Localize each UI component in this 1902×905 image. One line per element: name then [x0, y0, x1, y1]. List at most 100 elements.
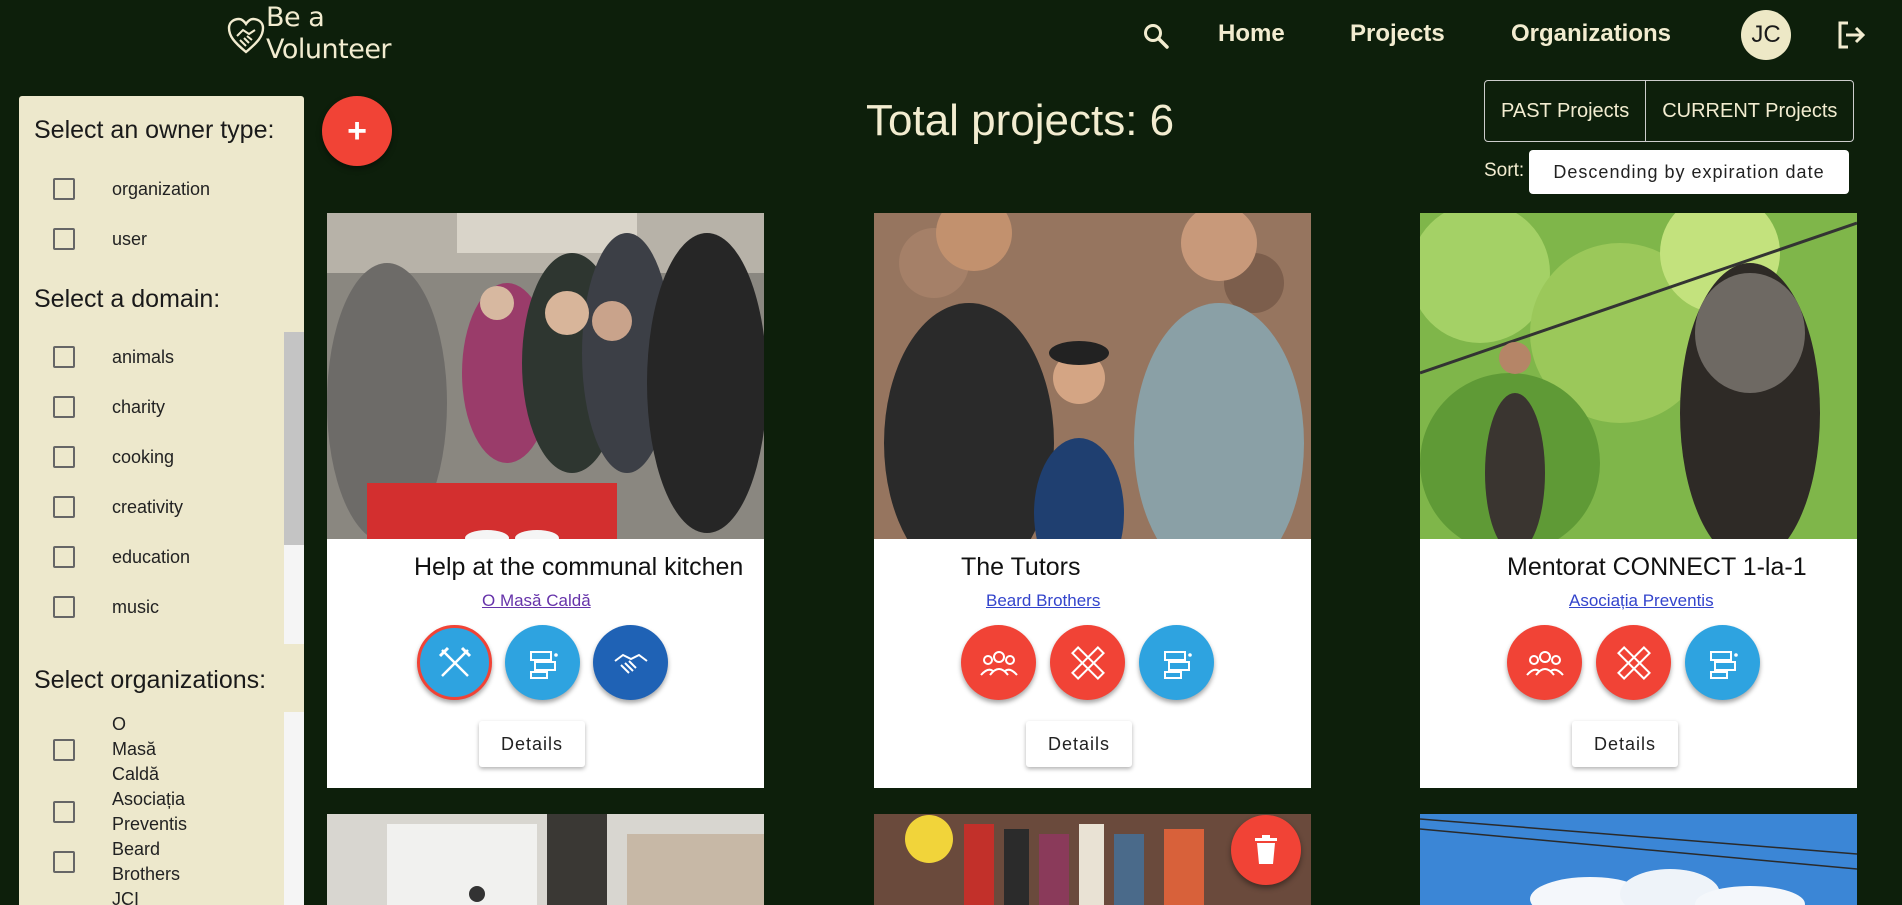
project-card: Mentorat CONNECT 1-la-1 Asociația Preven…	[1420, 213, 1857, 788]
domain-option-music[interactable]: music	[53, 596, 159, 618]
project-card	[1420, 814, 1857, 905]
option-label: O Masă Caldă	[112, 714, 160, 784]
option-label: animals	[112, 346, 175, 367]
education-icon[interactable]	[505, 625, 580, 700]
checkbox[interactable]	[53, 738, 75, 761]
owner-option-user[interactable]: user	[53, 228, 147, 250]
project-organization-link[interactable]: O Masă Caldă	[482, 591, 591, 611]
checkbox[interactable]	[53, 396, 75, 418]
sort-select[interactable]: Descending by expiration date	[1529, 150, 1849, 194]
project-card: The Tutors Beard Brothers Details	[874, 213, 1311, 788]
checkbox[interactable]	[53, 596, 75, 618]
logo-line1: Be a	[266, 2, 325, 33]
project-title: The Tutors	[961, 553, 1081, 581]
option-label: music	[112, 596, 160, 617]
project-image[interactable]	[1420, 814, 1857, 905]
heart-handshake-icon	[227, 17, 265, 54]
creativity-icon[interactable]	[1596, 625, 1671, 700]
project-image[interactable]	[1420, 213, 1857, 539]
plus-icon: +	[347, 112, 367, 150]
option-label: Beard Brothers	[112, 839, 181, 884]
nav-organizations[interactable]: Organizations	[1511, 20, 1671, 48]
project-title: Mentorat CONNECT 1-la-1	[1507, 553, 1807, 581]
option-label: JCI	[112, 889, 139, 905]
project-image[interactable]	[327, 814, 764, 905]
option-label: Asociația Preventis	[112, 789, 188, 834]
project-organization-link[interactable]: Asociația Preventis	[1569, 591, 1714, 611]
option-label: organization	[112, 178, 211, 199]
domain-scrollbar-thumb[interactable]	[284, 332, 304, 545]
org-option[interactable]: Beard Brothers	[53, 837, 180, 887]
project-card	[327, 814, 764, 905]
trash-icon	[1255, 835, 1277, 864]
domain-heading: Select a domain:	[34, 285, 221, 313]
checkbox[interactable]	[53, 496, 75, 518]
pencil-ruler-glyph	[1616, 645, 1651, 680]
handshake-glyph	[613, 653, 648, 674]
charity-icon[interactable]	[593, 625, 668, 700]
option-label: user	[112, 228, 148, 249]
details-button[interactable]: Details	[479, 721, 585, 767]
education-icon[interactable]	[1139, 625, 1214, 700]
people-icon[interactable]	[961, 625, 1036, 700]
checkbox[interactable]	[53, 446, 75, 468]
logout-icon[interactable]	[1836, 20, 1866, 50]
documents-glyph	[529, 650, 558, 679]
delete-project-button[interactable]	[1231, 815, 1301, 885]
group-glyph	[1525, 650, 1564, 676]
documents-glyph	[1163, 650, 1192, 679]
current-projects-button[interactable]: CURRENT Projects	[1645, 81, 1853, 141]
group-glyph	[979, 650, 1018, 676]
project-card: Help at the communal kitchen O Masă Cald…	[327, 213, 764, 788]
checkbox[interactable]	[53, 546, 75, 568]
nav-projects[interactable]: Projects	[1350, 20, 1445, 48]
option-label: education	[112, 546, 191, 567]
domain-option-creativity[interactable]: creativity	[53, 496, 183, 518]
domain-option-charity[interactable]: charity	[53, 396, 165, 418]
past-projects-button[interactable]: PAST Projects	[1485, 81, 1645, 141]
filter-sidebar: Select an owner type: organization user …	[19, 96, 304, 905]
owner-type-heading: Select an owner type:	[34, 116, 275, 144]
add-project-button[interactable]: +	[322, 96, 392, 166]
logo-line2: Volunteer	[266, 34, 392, 65]
total-projects: Total projects: 6	[866, 96, 1175, 145]
project-image[interactable]	[874, 213, 1311, 539]
checkbox[interactable]	[53, 801, 75, 823]
avatar[interactable]: JC	[1741, 10, 1791, 60]
org-scrollbar-track[interactable]	[284, 712, 304, 905]
app-logo[interactable]: Be a Volunteer	[226, 2, 392, 66]
domain-option-cooking[interactable]: cooking	[53, 446, 174, 468]
documents-glyph	[1709, 650, 1738, 679]
owner-option-organization[interactable]: organization	[53, 178, 210, 200]
domain-option-education[interactable]: education	[53, 546, 190, 568]
creativity-icon[interactable]	[1050, 625, 1125, 700]
organizations-heading: Select organizations:	[34, 666, 267, 694]
project-image[interactable]	[327, 213, 764, 539]
checkbox[interactable]	[53, 228, 75, 250]
nav-home[interactable]: Home	[1218, 20, 1285, 48]
checkbox[interactable]	[53, 851, 75, 873]
cutlery-glyph	[438, 646, 471, 677]
org-option[interactable]: Asociația Preventis	[53, 787, 187, 837]
checkbox[interactable]	[53, 346, 75, 368]
option-label: charity	[112, 396, 166, 417]
org-option[interactable]: O Masă Caldă	[53, 712, 159, 787]
details-button[interactable]: Details	[1026, 721, 1132, 767]
cooking-icon[interactable]	[417, 625, 492, 700]
search-icon[interactable]	[1142, 22, 1170, 50]
sort-label: Sort:	[1484, 160, 1525, 181]
time-filter-toggle: PAST Projects CURRENT Projects	[1484, 80, 1855, 142]
logo-text: Be a Volunteer	[266, 2, 392, 66]
project-title: Help at the communal kitchen	[414, 553, 744, 581]
checkbox[interactable]	[53, 178, 75, 200]
org-option[interactable]: JCI	[53, 887, 139, 905]
education-icon[interactable]	[1685, 625, 1760, 700]
project-organization-link[interactable]: Beard Brothers	[986, 591, 1100, 611]
pencil-ruler-glyph	[1070, 645, 1105, 680]
people-icon[interactable]	[1507, 625, 1582, 700]
top-navbar: Be a Volunteer Home Projects Organizatio…	[0, 0, 1902, 72]
domain-option-animals[interactable]: animals	[53, 346, 174, 368]
details-button[interactable]: Details	[1572, 721, 1678, 767]
option-label: cooking	[112, 446, 175, 467]
option-label: creativity	[112, 496, 184, 517]
